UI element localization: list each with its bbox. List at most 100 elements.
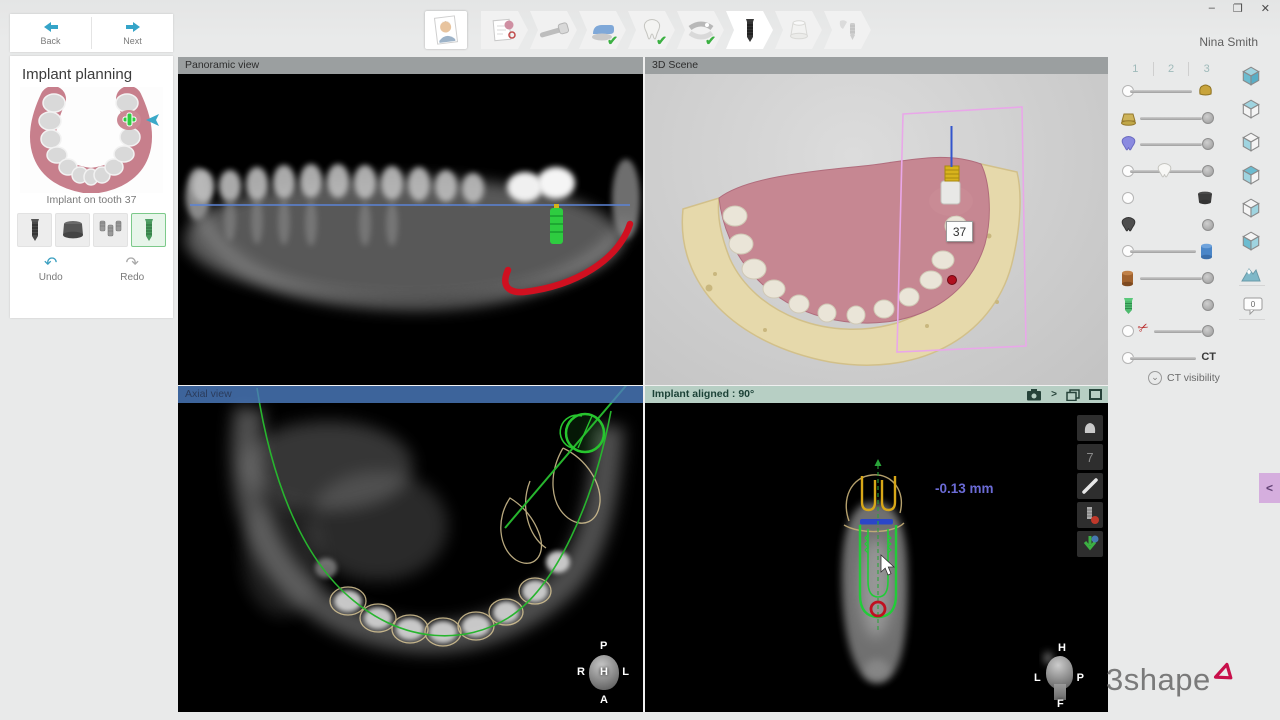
- crown-gold-icon: [1197, 82, 1214, 102]
- visibility-tabs: 1 2 3: [1118, 62, 1224, 76]
- patient-photo-button[interactable]: [425, 11, 467, 49]
- ruler-tool-icon[interactable]: [1077, 473, 1103, 499]
- expand-arrow-icon[interactable]: >: [1051, 386, 1057, 403]
- implant-icon[interactable]: [17, 213, 52, 247]
- maximize-icon[interactable]: [1089, 389, 1102, 400]
- implant-visibility-toggle[interactable]: [1120, 295, 1216, 315]
- implant-overlay-green: [550, 204, 563, 244]
- cylinder-copper-slider[interactable]: [1120, 268, 1216, 288]
- tooth-white-icon: [1156, 162, 1173, 183]
- implant-selected-icon[interactable]: [131, 213, 166, 247]
- next-button[interactable]: Next: [92, 14, 173, 52]
- layout-cube-left-icon[interactable]: [1238, 129, 1264, 155]
- tab-1[interactable]: 1: [1118, 62, 1154, 76]
- ct-slider-label: CT: [1201, 351, 1216, 363]
- viewport-grid: Panoramic view: [178, 57, 1108, 712]
- restore-layout-icon[interactable]: [1066, 389, 1080, 401]
- step-order-form[interactable]: [481, 11, 528, 49]
- molar-purple-icon: [1120, 135, 1137, 156]
- implant-green-icon: [1122, 296, 1135, 320]
- screenshot-camera-icon[interactable]: [1026, 389, 1042, 401]
- cylinder-blue-slider[interactable]: [1120, 241, 1216, 261]
- molar-solid-toggle[interactable]: [1120, 215, 1216, 235]
- step-scan-wand[interactable]: [530, 11, 577, 49]
- implant-type-buttons: [10, 213, 173, 247]
- step-occlusion-alignment[interactable]: ✔: [677, 11, 724, 49]
- close-icon[interactable]: ✕: [1261, 2, 1270, 15]
- ct-visibility-label: CT visibility: [1167, 372, 1220, 384]
- jaw-overview-image: [20, 87, 163, 193]
- back-button[interactable]: Back: [10, 14, 91, 52]
- abutment-solid-toggle[interactable]: [1120, 188, 1216, 208]
- implant-screw-top: [945, 166, 959, 181]
- implant-orientation-indicator[interactable]: H L P F: [1032, 642, 1090, 710]
- layout-cube-bottom-icon[interactable]: [1238, 228, 1264, 254]
- implant-caption: Implant on tooth 37: [10, 194, 173, 206]
- implant-aligned-viewport[interactable]: Implant aligned : 90° >: [643, 385, 1108, 712]
- axial-slice[interactable]: [178, 386, 643, 712]
- cut-plane-slider[interactable]: ✂: [1120, 321, 1216, 341]
- undo-redo-row: ↶ Undo ↷ Redo: [10, 256, 173, 283]
- tooth-number-tool-icon[interactable]: 7: [1077, 444, 1103, 470]
- scan-wand-icon: [538, 18, 570, 42]
- restore-icon[interactable]: ❐: [1233, 2, 1243, 15]
- tab-2[interactable]: 2: [1154, 62, 1190, 76]
- tab-3[interactable]: 3: [1189, 62, 1224, 76]
- scene3d-model[interactable]: [645, 74, 1108, 385]
- step-implant-planning[interactable]: [726, 11, 773, 49]
- panoramic-header: Panoramic view: [178, 57, 643, 74]
- axial-viewport[interactable]: Axial view P R H L A: [178, 385, 643, 712]
- user-name: Nina Smith: [1199, 35, 1258, 49]
- model-view-icon[interactable]: [1238, 261, 1264, 287]
- panel-collapse-tab[interactable]: <: [1259, 473, 1280, 503]
- scene3d-viewport[interactable]: 3D Scene 37: [643, 57, 1108, 385]
- abutment-icon[interactable]: [55, 213, 90, 247]
- crown-visibility-slider[interactable]: [1120, 81, 1216, 101]
- scene3d-header: 3D Scene: [645, 57, 1108, 74]
- comment-icon[interactable]: 0: [1240, 293, 1266, 319]
- axial-orientation-indicator[interactable]: P R H L A: [577, 640, 631, 706]
- order-form-icon: [491, 17, 519, 43]
- export-tool-icon[interactable]: [1077, 531, 1103, 557]
- next-label: Next: [123, 36, 142, 46]
- restoration-visibility-slider[interactable]: [1120, 134, 1216, 154]
- workflow-steps: ✔ ✔ ✔: [479, 11, 871, 49]
- check-icon: ✔: [705, 33, 716, 49]
- abutment-dark-icon: [1196, 189, 1214, 211]
- layout-cube-top-icon[interactable]: [1238, 96, 1264, 122]
- ct-opacity-slider[interactable]: CT: [1120, 348, 1216, 368]
- panoramic-xray[interactable]: [178, 74, 643, 385]
- check-icon: ✔: [607, 33, 618, 49]
- brand-logo: 3shape: [1106, 660, 1239, 700]
- divider: [1239, 285, 1265, 286]
- back-label: Back: [40, 36, 60, 46]
- step-abutment-design[interactable]: [775, 11, 822, 49]
- logo-text: 3shape: [1106, 660, 1211, 700]
- minimize-icon[interactable]: –: [1209, 2, 1215, 15]
- collapse-left-icon: <: [1266, 481, 1273, 495]
- teeth-visibility-slider[interactable]: [1120, 161, 1216, 181]
- abutment-visibility-slider[interactable]: [1120, 108, 1216, 128]
- bright-crown-left: [507, 172, 543, 202]
- panel-title: Implant planning: [10, 56, 173, 87]
- layout-cube-right-icon[interactable]: [1238, 195, 1264, 221]
- undo-button[interactable]: ↶ Undo: [10, 256, 92, 283]
- panoramic-viewport[interactable]: Panoramic view: [178, 57, 643, 385]
- layout-cube-corner-icon[interactable]: [1238, 162, 1264, 188]
- abutment-tool-icon[interactable]: [1077, 415, 1103, 441]
- undo-label: Undo: [39, 272, 63, 283]
- implant-depth-tool-icon[interactable]: [1077, 502, 1103, 528]
- implant-aligned-header: Implant aligned : 90° >: [645, 386, 1108, 403]
- layout-cube-front-icon[interactable]: [1238, 63, 1264, 89]
- step-finalize[interactable]: [824, 11, 871, 49]
- step-tooth-design[interactable]: ✔: [628, 11, 675, 49]
- undo-icon: ↶: [10, 256, 92, 272]
- nav-card: Back Next: [10, 14, 173, 52]
- ct-visibility-toggle[interactable]: ⌄ CT visibility: [1148, 371, 1220, 385]
- step-ct-scan[interactable]: ✔: [579, 11, 626, 49]
- redo-label: Redo: [120, 272, 144, 283]
- redo-button[interactable]: ↷ Redo: [92, 256, 174, 283]
- nerve-point-red: [948, 276, 957, 285]
- back-arrow-icon: [43, 21, 59, 35]
- implant-kit-icon[interactable]: [93, 213, 128, 247]
